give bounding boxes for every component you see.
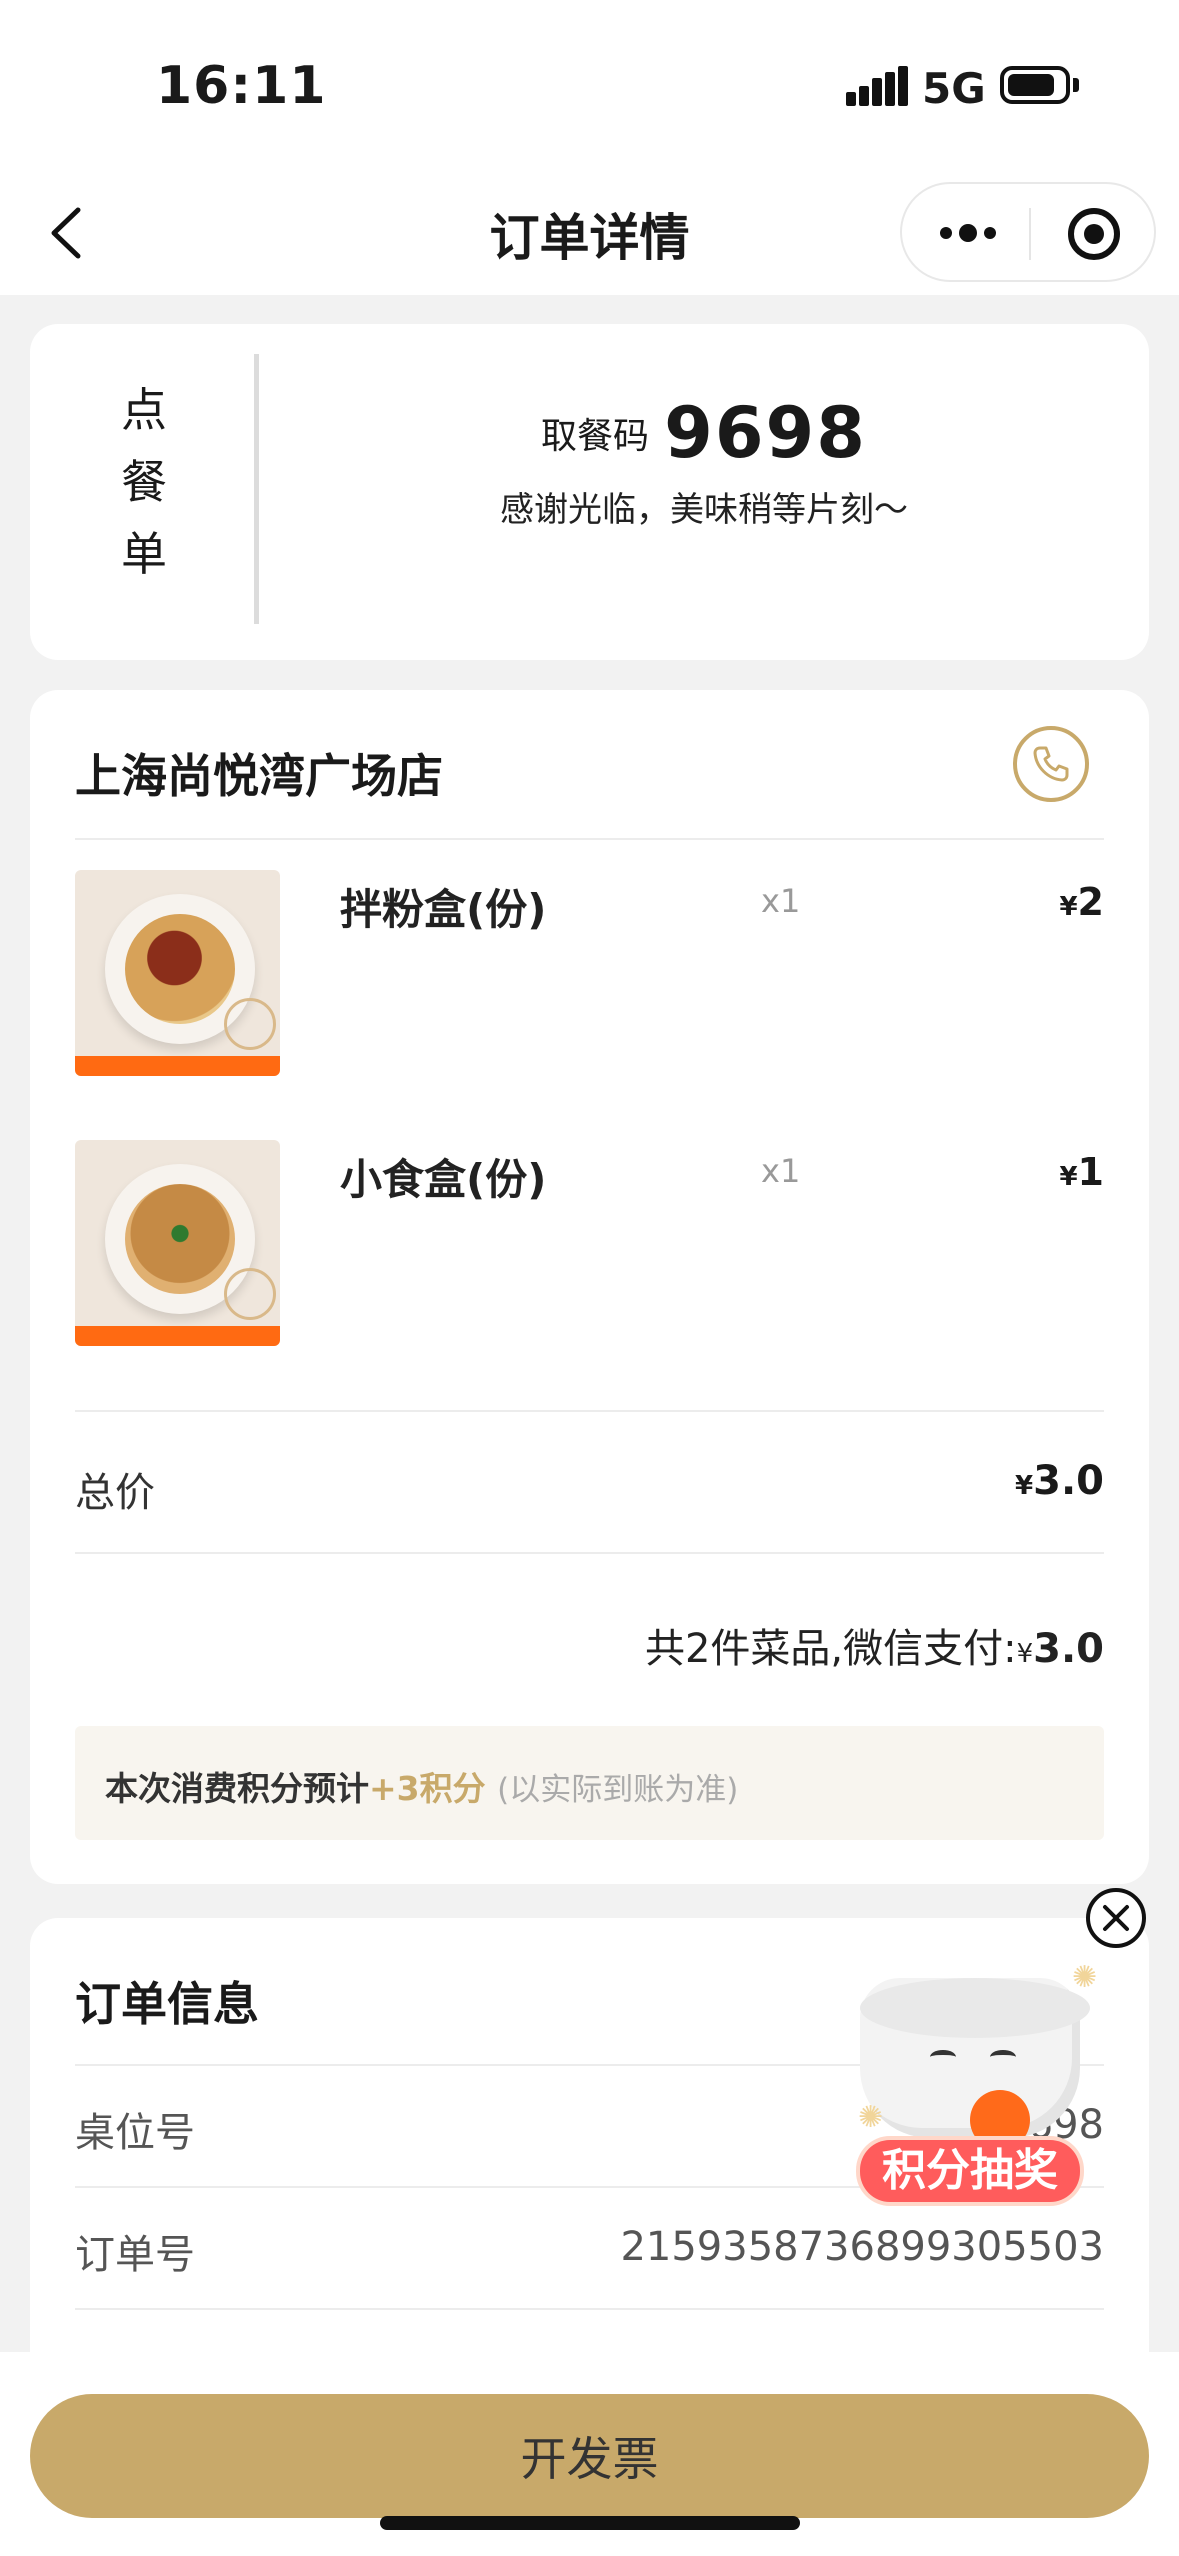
info-label: 订单号 [75,2232,195,2278]
item-price: ¥2 [1059,880,1104,924]
item-price-value: 2 [1077,880,1104,924]
summary-text: 共2件菜品,微信支付: [644,1626,1017,1672]
status-time: 16:11 [156,56,327,116]
phone-icon [1033,746,1069,782]
points-text: 本次消费积分预计+3积分 (以实际到账为准) [105,1762,738,1810]
currency-symbol: ¥ [1015,1471,1034,1501]
info-label: 桌位号 [75,2110,195,2156]
order-tag-char: 单 [121,527,167,581]
divider [75,2308,1104,2310]
item-qty: x1 [761,882,801,920]
pickup-code-label: 取餐码 [541,416,650,457]
battery-icon [1000,66,1070,104]
close-miniprogram-icon[interactable] [1066,206,1122,262]
invoice-button[interactable]: 开发票 [30,2394,1149,2518]
item-qty: x1 [761,1152,801,1190]
signal-icon [846,66,908,106]
order-tag: 点 餐 单 [114,374,174,590]
points-lottery-widget[interactable]: ✺ ✺ 积分抽奖 [850,1960,1120,2210]
brand-stamp [224,998,276,1050]
store-name: 上海尚悦湾广场店 [75,749,443,803]
divider [75,1552,1104,1554]
divider [75,838,1104,840]
currency-symbol: ¥ [1059,1162,1078,1192]
summary-amount: 3.0 [1033,1626,1104,1672]
pickup-code-row: 取餐码 9698 [259,392,1149,474]
order-item: 小食盒(份) x1 ¥1 [75,1140,1104,1346]
close-icon [1103,1905,1129,1931]
currency-symbol: ¥ [1059,892,1078,922]
close-lottery-button[interactable] [1086,1888,1146,1948]
battery-cap [1073,78,1079,92]
pickup-card: 点 餐 单 取餐码 9698 感谢光临，美味稍等片刻～ [30,324,1149,660]
total-label: 总价 [75,1470,155,1516]
item-image [75,1140,280,1346]
order-items-card: 上海尚悦湾广场店 拌粉盒(份) x1 ¥2 小食盒(份) x1 ¥1 总价 ¥3… [30,690,1149,1884]
order-tag-char: 餐 [121,455,167,509]
divider [75,1410,1104,1412]
pickup-note: 感谢光临，美味稍等片刻～ [500,490,908,530]
capsule-divider [1029,208,1031,260]
points-note: (以实际到账为准) [497,1772,739,1808]
brand-stamp [224,1268,276,1320]
item-price-value: 1 [1077,1150,1104,1194]
network-label: 5G [922,64,986,113]
order-info-title: 订单信息 [75,1977,259,2031]
sparkle-icon: ✺ [1072,1960,1098,1995]
lottery-label: 积分抽奖 [860,2140,1080,2202]
order-item: 拌粉盒(份) x1 ¥2 [75,870,1104,1076]
total-amount: 3.0 [1033,1458,1104,1504]
total-value: ¥3.0 [1015,1458,1104,1504]
payment-summary: 共2件菜品,微信支付:¥3.0 [645,1616,1104,1674]
call-store-button[interactable] [1013,726,1089,802]
home-indicator [380,2516,800,2530]
item-price: ¥1 [1059,1150,1104,1194]
points-box: 本次消费积分预计+3积分 (以实际到账为准) [75,1726,1104,1840]
order-tag-char: 点 [121,383,167,437]
points-prefix: 本次消费积分预计 [105,1769,369,1808]
lottery-mascot-icon [860,1978,1090,2150]
pickup-code: 9698 [664,392,867,474]
points-amount: +3积分 [369,1769,486,1808]
sparkle-icon: ✺ [858,2100,884,2135]
item-image [75,870,280,1076]
item-name: 拌粉盒(份) [340,885,547,934]
nav-bar: 订单详情 [0,170,1179,295]
more-icon[interactable] [938,220,998,246]
info-value: 2159358736899305503 [620,2224,1104,2270]
status-bar: 16:11 5G [0,0,1179,170]
item-name: 小食盒(份) [340,1155,547,1204]
mini-program-capsule [900,182,1156,282]
currency-symbol: ¥ [1016,1639,1034,1669]
